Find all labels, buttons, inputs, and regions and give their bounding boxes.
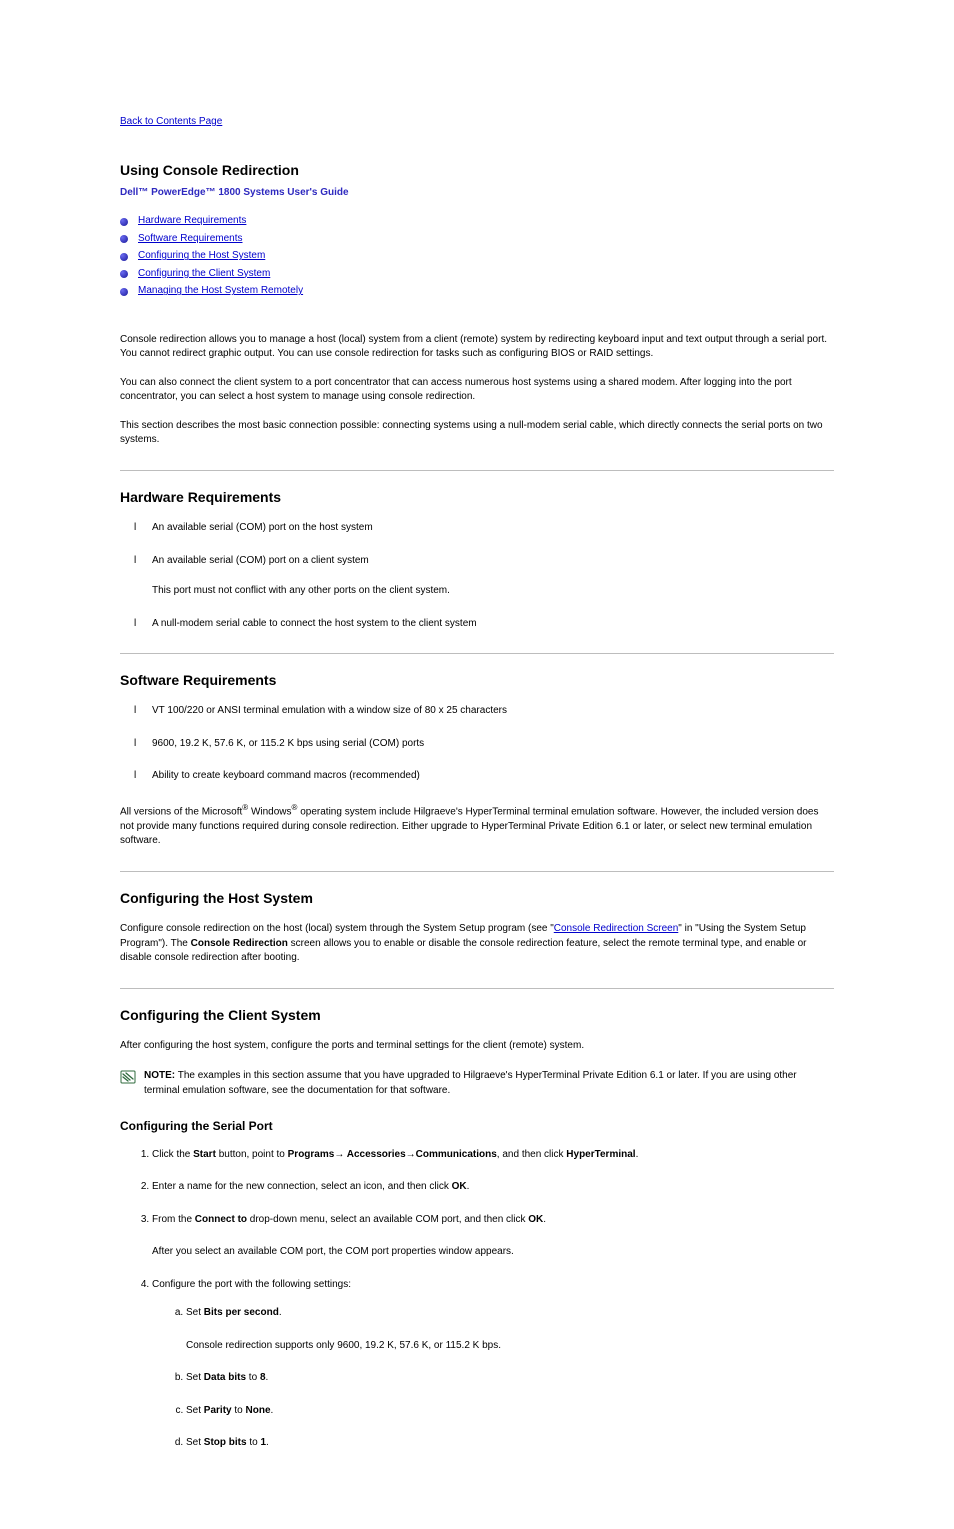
configuring-host-heading: Configuring the Host System xyxy=(120,888,834,908)
substep-item: Set Bits per second. Console redirection… xyxy=(186,1306,834,1353)
substep-note: Console redirection supports only 9600, … xyxy=(186,1339,834,1354)
divider xyxy=(120,653,834,654)
step-item: From the Connect to drop-down menu, sele… xyxy=(152,1213,834,1260)
bullet-icon xyxy=(120,253,128,261)
sw-item: VT 100/220 or ANSI terminal emulation wi… xyxy=(152,705,507,716)
divider xyxy=(120,871,834,872)
software-requirements-heading: Software Requirements xyxy=(120,670,834,690)
sw-paragraph: All versions of the Microsoft® Windows® … xyxy=(120,802,834,849)
host-paragraph: Configure console redirection on the hos… xyxy=(120,922,834,966)
bullet-icon xyxy=(120,218,128,226)
divider xyxy=(120,988,834,989)
client-intro: After configuring the host system, confi… xyxy=(120,1039,834,1054)
intro-paragraph: This section describes the most basic co… xyxy=(120,419,834,448)
hw-item: An available serial (COM) port on the ho… xyxy=(152,522,373,533)
toc-configuring-host[interactable]: Configuring the Host System xyxy=(138,249,265,264)
console-redirection-screen-link[interactable]: Console Redirection Screen xyxy=(554,923,679,934)
bullet-icon xyxy=(120,235,128,243)
step-note: After you select an available COM port, … xyxy=(152,1245,834,1260)
toc-hardware-requirements[interactable]: Hardware Requirements xyxy=(138,214,246,229)
hw-item: A null-modem serial cable to connect the… xyxy=(152,618,477,629)
divider xyxy=(120,470,834,471)
hw-item: An available serial (COM) port on a clie… xyxy=(152,555,369,566)
toc-managing-remotely[interactable]: Managing the Host System Remotely xyxy=(138,284,303,299)
page-title: Using Console Redirection xyxy=(120,160,834,180)
bullet-icon xyxy=(120,270,128,278)
steps-list: Click the Start button, point to Program… xyxy=(120,1148,834,1451)
hw-item-note: This port must not conflict with any oth… xyxy=(152,584,834,599)
substep-item: Set Stop bits to 1. xyxy=(186,1436,834,1451)
sw-item: 9600, 19.2 K, 57.6 K, or 115.2 K bps usi… xyxy=(152,738,424,749)
step-item: Click the Start button, point to Program… xyxy=(152,1148,834,1163)
note-icon xyxy=(120,1070,136,1090)
note-text: NOTE: The examples in this section assum… xyxy=(144,1069,834,1098)
step-item: Configure the port with the following se… xyxy=(152,1278,834,1451)
table-of-contents: Hardware Requirements Software Requireme… xyxy=(120,214,834,299)
bullet-icon xyxy=(120,288,128,296)
step-item: Enter a name for the new connection, sel… xyxy=(152,1180,834,1195)
configuring-client-heading: Configuring the Client System xyxy=(120,1005,834,1025)
substep-item: Set Data bits to 8. xyxy=(186,1371,834,1386)
hardware-requirements-heading: Hardware Requirements xyxy=(120,487,834,507)
note-block: NOTE: The examples in this section assum… xyxy=(120,1069,834,1098)
configuring-serial-port-heading: Configuring the Serial Port xyxy=(120,1118,834,1135)
back-to-contents-link[interactable]: Back to Contents Page xyxy=(120,115,222,130)
intro-paragraph: Console redirection allows you to manage… xyxy=(120,333,834,362)
intro-paragraph: You can also connect the client system t… xyxy=(120,376,834,405)
sw-item: Ability to create keyboard command macro… xyxy=(152,770,420,781)
arrow-right-icon: → xyxy=(406,1149,416,1160)
toc-configuring-client[interactable]: Configuring the Client System xyxy=(138,267,270,282)
substeps-list: Set Bits per second. Console redirection… xyxy=(152,1306,834,1451)
substep-item: Set Parity to None. xyxy=(186,1404,834,1419)
product-subtitle: Dell™ PowerEdge™ 1800 Systems User's Gui… xyxy=(120,186,834,201)
toc-software-requirements[interactable]: Software Requirements xyxy=(138,232,243,247)
arrow-right-icon: → xyxy=(334,1149,344,1160)
